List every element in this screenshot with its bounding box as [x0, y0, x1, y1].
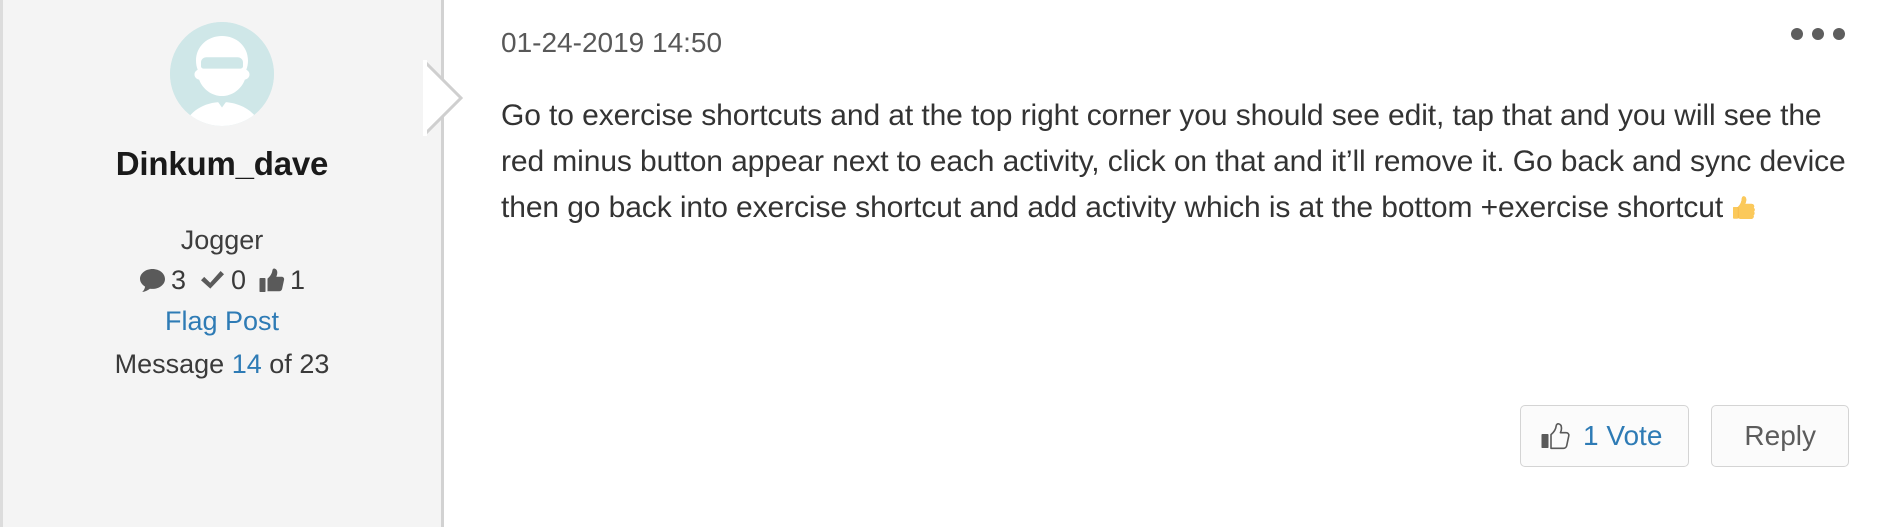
ellipsis-dot	[1833, 28, 1845, 40]
comment-bubble-icon	[139, 268, 166, 293]
stat-solutions: 0	[199, 264, 247, 295]
vote-button-label: 1 Vote	[1583, 420, 1663, 451]
author-stats: 3 0 1	[139, 264, 306, 295]
message-counter-middle: of	[269, 348, 292, 379]
user-avatar-placeholder-icon	[170, 22, 274, 126]
ellipsis-dot	[1791, 28, 1803, 40]
avatar[interactable]	[170, 22, 274, 126]
message-counter: Message 14 of 23	[114, 348, 330, 380]
post-header: 01-24-2019 14:50	[501, 22, 1849, 60]
post-actions: 1 Vote Reply	[1520, 405, 1849, 467]
post-content: 01-24-2019 14:50 Go to exercise shortcut…	[444, 0, 1897, 527]
flag-post-link[interactable]: Flag Post	[165, 306, 279, 337]
forum-post: Dinkum_dave Jogger 3 0 1 Flag Post Messa…	[0, 0, 1897, 527]
stat-posts-value: 3	[170, 264, 186, 295]
reply-button[interactable]: Reply	[1711, 405, 1849, 467]
thumbs-up-outline-icon	[1541, 422, 1572, 451]
post-timestamp: 01-24-2019 14:50	[501, 27, 723, 58]
ellipsis-dot	[1812, 28, 1824, 40]
stat-posts: 3	[139, 264, 186, 295]
reply-button-label: Reply	[1744, 420, 1816, 451]
author-sidebar: Dinkum_dave Jogger 3 0 1 Flag Post Messa…	[0, 0, 464, 527]
message-counter-prefix: Message	[114, 348, 225, 379]
author-name[interactable]: Dinkum_dave	[116, 145, 329, 182]
checkmark-icon	[199, 269, 226, 291]
message-counter-total: 23	[299, 348, 330, 379]
stat-solutions-value: 0	[230, 264, 247, 295]
stat-likes: 1	[259, 264, 306, 295]
more-options-ellipsis-icon[interactable]	[1787, 22, 1849, 46]
stat-likes-value: 1	[290, 264, 306, 295]
thumbs-up-icon	[259, 268, 285, 293]
post-body: Go to exercise shortcuts and at the top …	[501, 93, 1849, 237]
author-rank: Jogger	[180, 225, 264, 256]
message-counter-index[interactable]: 14	[232, 349, 262, 379]
vote-button[interactable]: 1 Vote	[1520, 405, 1690, 467]
thumbs-up-emoji	[1731, 191, 1761, 237]
post-body-text: Go to exercise shortcuts and at the top …	[501, 98, 1846, 224]
